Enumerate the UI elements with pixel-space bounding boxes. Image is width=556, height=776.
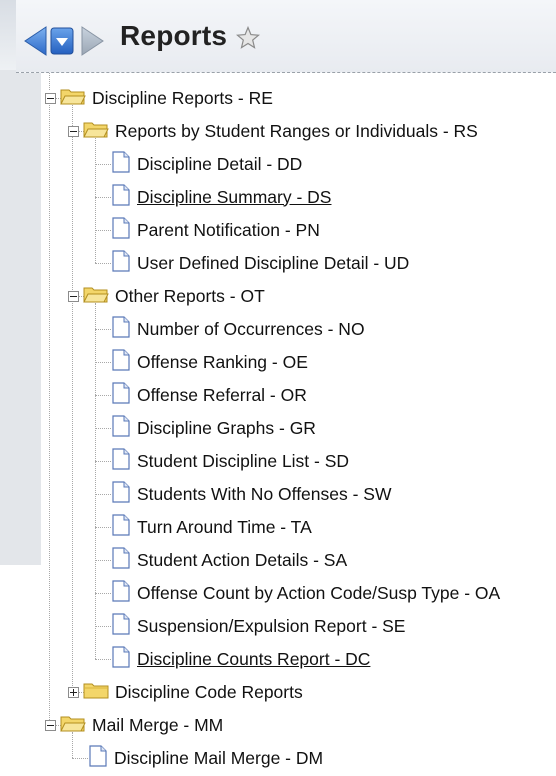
tree-connector-line [95, 164, 111, 165]
tree-report-item[interactable]: Number of Occurrences - NO [111, 314, 365, 344]
tree-connector-line [95, 593, 111, 594]
tree-report-item[interactable]: Student Discipline List - SD [111, 446, 349, 476]
tree-connector-line [95, 527, 111, 528]
document-icon [111, 315, 131, 343]
tree-folder-item[interactable]: Discipline Reports - RE [60, 83, 273, 113]
collapse-toggle-icon[interactable] [68, 126, 79, 137]
document-icon [88, 744, 108, 772]
tree-connector-line [95, 461, 111, 462]
forward-arrow-icon[interactable] [80, 25, 106, 61]
document-icon [111, 216, 131, 244]
tree-connector-line [95, 138, 96, 263]
tree-report-item[interactable]: Offense Ranking - OE [111, 347, 308, 377]
tree-item-label: Suspension/Expulsion Report - SE [137, 615, 406, 636]
tree-report-item[interactable]: Suspension/Expulsion Report - SE [111, 611, 405, 641]
folder-open-icon [83, 284, 109, 309]
tree-report-item[interactable]: Parent Notification - PN [111, 215, 320, 245]
collapse-toggle-icon[interactable] [45, 720, 56, 731]
tree-report-item[interactable]: Turn Around Time - TA [111, 512, 312, 542]
tree-folder-item[interactable]: Other Reports - OT [83, 281, 265, 311]
tree-folder-item[interactable]: Reports by Student Ranges or Individuals… [83, 116, 478, 146]
tree-connector-line [95, 303, 96, 659]
tree-connector-line [72, 758, 88, 759]
tree-item-label: Discipline Mail Merge - DM [114, 747, 324, 768]
tree-connector-line [95, 197, 111, 198]
back-arrow-icon[interactable] [22, 25, 48, 61]
tree-report-item[interactable]: User Defined Discipline Detail - UD [111, 248, 409, 278]
tree-folder-item[interactable]: Mail Merge - MM [60, 710, 223, 740]
folder-open-icon [83, 119, 109, 144]
document-icon [111, 348, 131, 376]
tree-item-label: Reports by Student Ranges or Individuals… [115, 120, 478, 141]
tree-item-label: Offense Referral - OR [137, 384, 307, 405]
document-icon [111, 579, 131, 607]
tree-connector-line [95, 659, 111, 660]
tree-connector-line [95, 395, 111, 396]
tree-item-label: Discipline Counts Report - DC [137, 648, 371, 669]
reports-header: Reports [16, 0, 556, 73]
folder-open-icon [60, 86, 86, 111]
tree-connector-line [95, 263, 111, 264]
tree-folder-item[interactable]: Discipline Code Reports [83, 677, 303, 707]
document-icon [111, 183, 131, 211]
background-strip-panel [0, 70, 42, 565]
document-icon [111, 480, 131, 508]
report-tree: Discipline Reports - RE Reports by Studen… [41, 73, 556, 776]
collapse-toggle-icon[interactable] [45, 93, 56, 104]
tree-report-item[interactable]: Discipline Counts Report - DC [111, 644, 370, 674]
document-icon [111, 612, 131, 640]
document-icon [111, 381, 131, 409]
tree-report-item[interactable]: Offense Count by Action Code/Susp Type -… [111, 578, 500, 608]
menu-dropdown-icon[interactable] [50, 25, 74, 61]
page-title: Reports [120, 20, 228, 51]
tree-item-label: Students With No Offenses - SW [137, 483, 392, 504]
tree-connector-line [95, 494, 111, 495]
tree-connector-line [49, 73, 50, 90]
tree-item-label: Student Discipline List - SD [137, 450, 350, 471]
collapse-toggle-icon[interactable] [68, 291, 79, 302]
tree-connector-line [72, 105, 73, 692]
folder-open-icon [60, 713, 86, 738]
tree-item-label: Number of Occurrences - NO [137, 318, 365, 339]
tree-connector-line [95, 560, 111, 561]
document-icon [111, 414, 131, 442]
tree-connector-line [95, 428, 111, 429]
document-icon [111, 513, 131, 541]
document-icon [111, 546, 131, 574]
tree-item-label: Discipline Reports - RE [92, 87, 273, 108]
tree-report-item[interactable]: Discipline Graphs - GR [111, 413, 316, 443]
document-icon [111, 447, 131, 475]
tree-connector-line [95, 362, 111, 363]
document-icon [111, 249, 131, 277]
tree-item-label: Mail Merge - MM [92, 714, 224, 735]
tree-report-item[interactable]: Discipline Summary - DS [111, 182, 331, 212]
tree-item-label: Discipline Code Reports [115, 681, 303, 702]
tree-item-label: Student Action Details - SA [137, 549, 348, 570]
tree-item-label: User Defined Discipline Detail - UD [137, 252, 410, 273]
tree-report-item[interactable]: Discipline Mail Merge - DM [88, 743, 323, 773]
tree-item-label: Offense Ranking - OE [137, 351, 308, 372]
star-icon[interactable] [235, 25, 261, 54]
tree-report-item[interactable]: Discipline Detail - DD [111, 149, 302, 179]
tree-report-item[interactable]: Offense Referral - OR [111, 380, 307, 410]
expand-toggle-icon[interactable] [68, 687, 79, 698]
tree-item-label: Turn Around Time - TA [137, 516, 312, 537]
folder-closed-icon [83, 680, 109, 705]
tree-report-item[interactable]: Students With No Offenses - SW [111, 479, 392, 509]
tree-connector-line [95, 230, 111, 231]
tree-connector-line [95, 626, 111, 627]
tree-item-label: Other Reports - OT [115, 285, 265, 306]
tree-item-label: Offense Count by Action Code/Susp Type -… [137, 582, 501, 603]
tree-item-label: Discipline Graphs - GR [137, 417, 316, 438]
tree-connector-line [49, 103, 50, 720]
tree-item-label: Parent Notification - PN [137, 219, 320, 240]
tree-item-label: Discipline Detail - DD [137, 153, 303, 174]
tree-connector-line [95, 329, 111, 330]
document-icon [111, 150, 131, 178]
tree-report-item[interactable]: Student Action Details - SA [111, 545, 347, 575]
tree-item-label: Discipline Summary - DS [137, 186, 332, 207]
document-icon [111, 645, 131, 673]
